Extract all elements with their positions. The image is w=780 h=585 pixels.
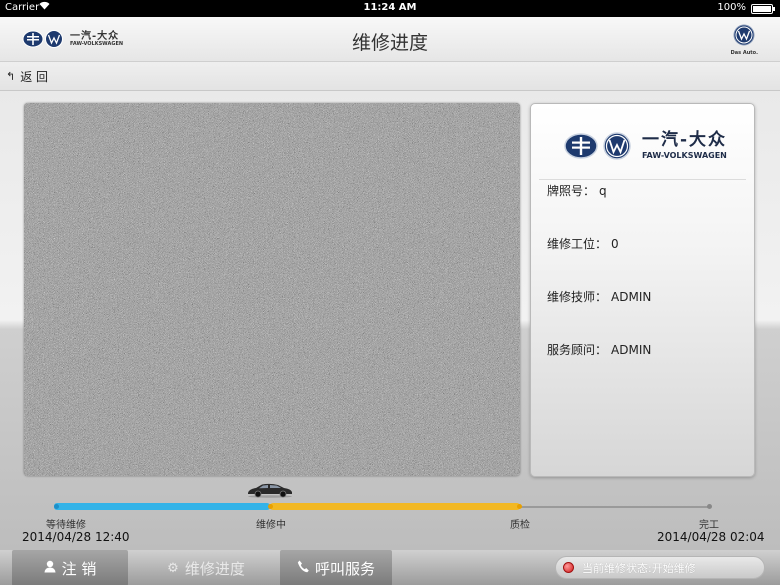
- technician-value: ADMIN: [611, 290, 652, 304]
- service-advisor-value: ADMIN: [611, 343, 652, 357]
- bottom-tab-bar: 注 销 ⚙ 维修进度 呼叫服务 当前维修状态:开始维修: [0, 549, 780, 585]
- vw-logo: Das Auto.: [731, 24, 758, 56]
- logout-button[interactable]: 注 销: [12, 550, 128, 585]
- plate-number-value: q: [599, 184, 607, 198]
- status-bar: Carrier 11:24 AM 100%: [0, 0, 780, 17]
- stage-label-complete: 完工: [699, 520, 719, 531]
- start-time: 2014/04/28 12:40: [22, 530, 130, 544]
- technician-label: 维修技师：: [547, 290, 608, 304]
- technician-row: 维修技师： ADMIN: [547, 288, 651, 305]
- gear-icon: ⚙: [167, 560, 179, 576]
- stage-label-repairing: 维修中: [256, 520, 286, 531]
- workstation-label: 维修工位：: [547, 237, 608, 251]
- user-icon: [44, 560, 56, 577]
- toolbar: ↰ 返 回: [0, 62, 780, 91]
- battery-icon: [751, 4, 775, 14]
- back-button[interactable]: ↰ 返 回: [6, 68, 48, 85]
- camera-noise-image: [24, 103, 520, 476]
- stage-marker-complete: [707, 504, 712, 509]
- call-service-label: 呼叫服务: [314, 559, 375, 578]
- brand-name-en: FAW-VOLKSWAGEN: [642, 151, 727, 160]
- workstation-value: 0: [611, 237, 619, 251]
- car-icon: [246, 482, 294, 502]
- battery-percentage: 100%: [717, 2, 746, 13]
- back-label: 返 回: [20, 70, 49, 84]
- tab-repair-progress[interactable]: ⚙ 维修进度: [142, 550, 270, 585]
- back-arrow-icon: ↰: [6, 70, 16, 83]
- clock: 11:24 AM: [363, 2, 417, 13]
- workstation-row: 维修工位： 0: [547, 235, 619, 252]
- logout-label: 注 销: [61, 559, 97, 578]
- phone-icon: [297, 560, 309, 577]
- repair-progress-timeline: 等待维修 维修中 质检 完工 2014/04/28 12:40 2014/04/…: [0, 480, 780, 549]
- brand-name-cn: 一汽-大众: [642, 130, 728, 150]
- tab-repair-progress-label: 维修进度: [184, 559, 245, 578]
- service-advisor-label: 服务顾问：: [547, 343, 608, 357]
- repair-status-indicator: 当前维修状态:开始维修: [555, 556, 765, 579]
- service-advisor-row: 服务顾问： ADMIN: [547, 341, 651, 358]
- progress-track-done: [54, 503, 270, 510]
- stage-label-inspection: 质检: [510, 520, 530, 531]
- repair-info-panel: 一汽-大众 FAW-VOLKSWAGEN 牌照号： q 维修工位： 0 维修技师： A…: [530, 103, 755, 477]
- faw-vw-logo-large: 一汽-大众 FAW-VOLKSWAGEN: [564, 131, 727, 161]
- call-service-button[interactable]: 呼叫服务: [280, 550, 392, 585]
- camera-feed: [24, 103, 520, 476]
- repair-status-text: 当前维修状态:开始维修: [582, 561, 696, 575]
- stage-marker-inspection: [517, 504, 522, 509]
- divider: [539, 179, 746, 180]
- status-light-icon: [563, 562, 574, 573]
- page-title: 维修进度: [351, 32, 428, 54]
- vw-tagline: Das Auto.: [730, 50, 758, 56]
- nav-bar: 一汽-大众 FAW-VOLKSWAGEN 维修进度 Das Auto.: [0, 17, 780, 62]
- vw-emblem-icon: [733, 24, 755, 46]
- progress-track-pending: [520, 506, 710, 508]
- plate-number-row: 牌照号： q: [547, 182, 607, 199]
- plate-number-label: 牌照号：: [547, 184, 596, 198]
- end-time: 2014/04/28 02:04: [657, 530, 765, 544]
- faw-vw-emblem-icon: [564, 132, 631, 160]
- stage-label-waiting: 等待维修: [46, 520, 86, 531]
- stage-marker-repairing: [268, 504, 273, 509]
- progress-track-current: [270, 503, 520, 510]
- stage-marker-waiting: [54, 504, 59, 509]
